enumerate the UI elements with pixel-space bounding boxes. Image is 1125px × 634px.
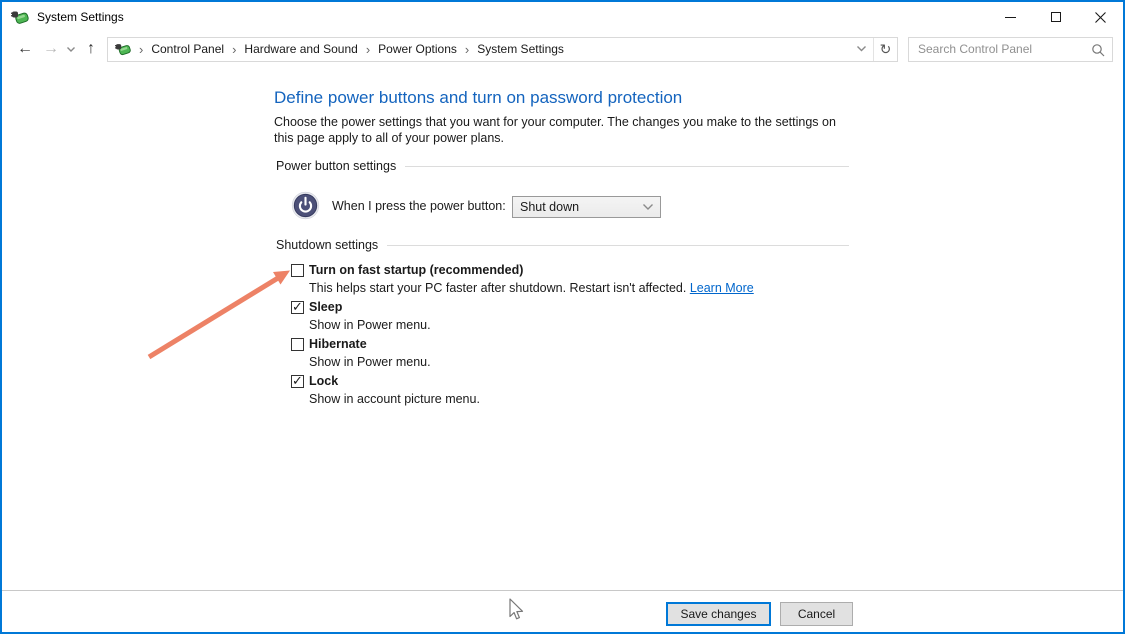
breadcrumb-separator: › <box>365 41 371 57</box>
window-title: System Settings <box>37 10 124 24</box>
power-button-icon <box>291 191 320 220</box>
back-icon: ← <box>17 40 33 57</box>
footer-divider <box>2 590 1123 591</box>
mouse-cursor <box>509 598 524 620</box>
option-description: Show in Power menu. <box>309 318 431 332</box>
power-button-row: When I press the power button: <box>291 191 506 220</box>
option-description: This helps start your PC faster after sh… <box>309 280 754 296</box>
section-divider <box>387 244 849 246</box>
up-icon: ↑ <box>87 40 95 57</box>
minimize-button[interactable] <box>988 2 1033 32</box>
refresh-icon: ↻ <box>879 40 892 57</box>
option-label: Turn on fast startup (recommended) <box>309 263 524 277</box>
recent-pages-button[interactable] <box>64 36 78 62</box>
power-options-icon <box>11 11 29 24</box>
annotation-arrow <box>147 270 290 360</box>
option-label: Lock <box>309 374 339 388</box>
search-box <box>908 36 1113 62</box>
option-description: Show in Power menu. <box>309 355 431 369</box>
minimize-icon <box>1005 16 1016 18</box>
power-button-label: When I press the power button: <box>332 198 506 213</box>
power-button-settings-section-header: Power button settings <box>276 159 849 173</box>
chevron-down-icon <box>67 46 75 52</box>
breadcrumb-control-panel[interactable]: Control Panel <box>151 42 224 56</box>
option-sleep: Sleep Show in Power menu. <box>291 299 754 333</box>
page-description: Choose the power settings that you want … <box>274 115 836 145</box>
title-bar: System Settings <box>2 2 1123 32</box>
breadcrumb-separator: › <box>139 41 144 57</box>
power-action-dropdown[interactable]: Shut down <box>512 196 661 218</box>
learn-more-link[interactable]: Learn More <box>690 281 754 295</box>
back-button[interactable]: ← <box>14 36 36 62</box>
option-hibernate: Hibernate Show in Power menu. <box>291 337 754 370</box>
page-title: Define power buttons and turn on passwor… <box>274 88 683 107</box>
hibernate-checkbox[interactable] <box>291 338 304 351</box>
breadcrumb-separator: › <box>232 41 237 57</box>
up-button[interactable]: ↑ <box>80 36 102 62</box>
refresh-button[interactable]: ↻ <box>873 37 897 61</box>
shutdown-options-list: Turn on fast startup (recommended) This … <box>291 263 754 411</box>
navigation-bar: ← → ↑ › Control Panel › Hardware and Sou… <box>2 32 1123 66</box>
option-lock: Lock Show in account picture menu. <box>291 373 754 407</box>
shutdown-settings-section-header: Shutdown settings <box>276 238 849 252</box>
breadcrumb-hardware-and-sound[interactable]: Hardware and Sound <box>244 42 357 56</box>
address-bar[interactable]: › Control Panel › Hardware and Sound › P… <box>107 36 898 62</box>
option-label: Hibernate <box>309 337 367 351</box>
maximize-button[interactable] <box>1033 2 1078 32</box>
sleep-checkbox[interactable] <box>291 299 304 315</box>
option-fast-startup: Turn on fast startup (recommended) This … <box>291 263 754 296</box>
dropdown-selected-value: Shut down <box>520 200 580 214</box>
option-label: Sleep <box>309 300 343 314</box>
option-description-text: This helps start your PC faster after sh… <box>309 281 690 295</box>
search-input[interactable] <box>909 37 1112 61</box>
search-icon[interactable] <box>1091 43 1105 57</box>
section-title: Shutdown settings <box>276 238 379 252</box>
breadcrumb-separator: › <box>464 41 470 57</box>
forward-icon: → <box>43 40 59 57</box>
chevron-down-icon <box>643 204 660 210</box>
maximize-icon <box>1050 12 1061 22</box>
power-options-icon <box>115 44 131 56</box>
save-changes-button[interactable]: Save changes <box>666 602 771 626</box>
chevron-down-icon <box>856 46 866 52</box>
window-controls <box>988 2 1123 32</box>
fast-startup-checkbox[interactable] <box>291 264 304 277</box>
system-settings-window: System Settings ← → ↑ › Control Panel › … <box>0 0 1125 634</box>
option-description: Show in account picture menu. <box>309 392 480 406</box>
close-icon <box>1095 11 1106 23</box>
cancel-button[interactable]: Cancel <box>780 602 853 626</box>
close-button[interactable] <box>1078 2 1123 32</box>
breadcrumb-system-settings[interactable]: System Settings <box>477 42 564 56</box>
forward-button[interactable]: → <box>40 36 62 62</box>
lock-checkbox[interactable] <box>291 373 304 389</box>
section-divider <box>405 165 849 167</box>
breadcrumb-power-options[interactable]: Power Options <box>378 42 457 56</box>
section-title: Power button settings <box>276 159 397 173</box>
address-dropdown-button[interactable] <box>849 38 873 61</box>
